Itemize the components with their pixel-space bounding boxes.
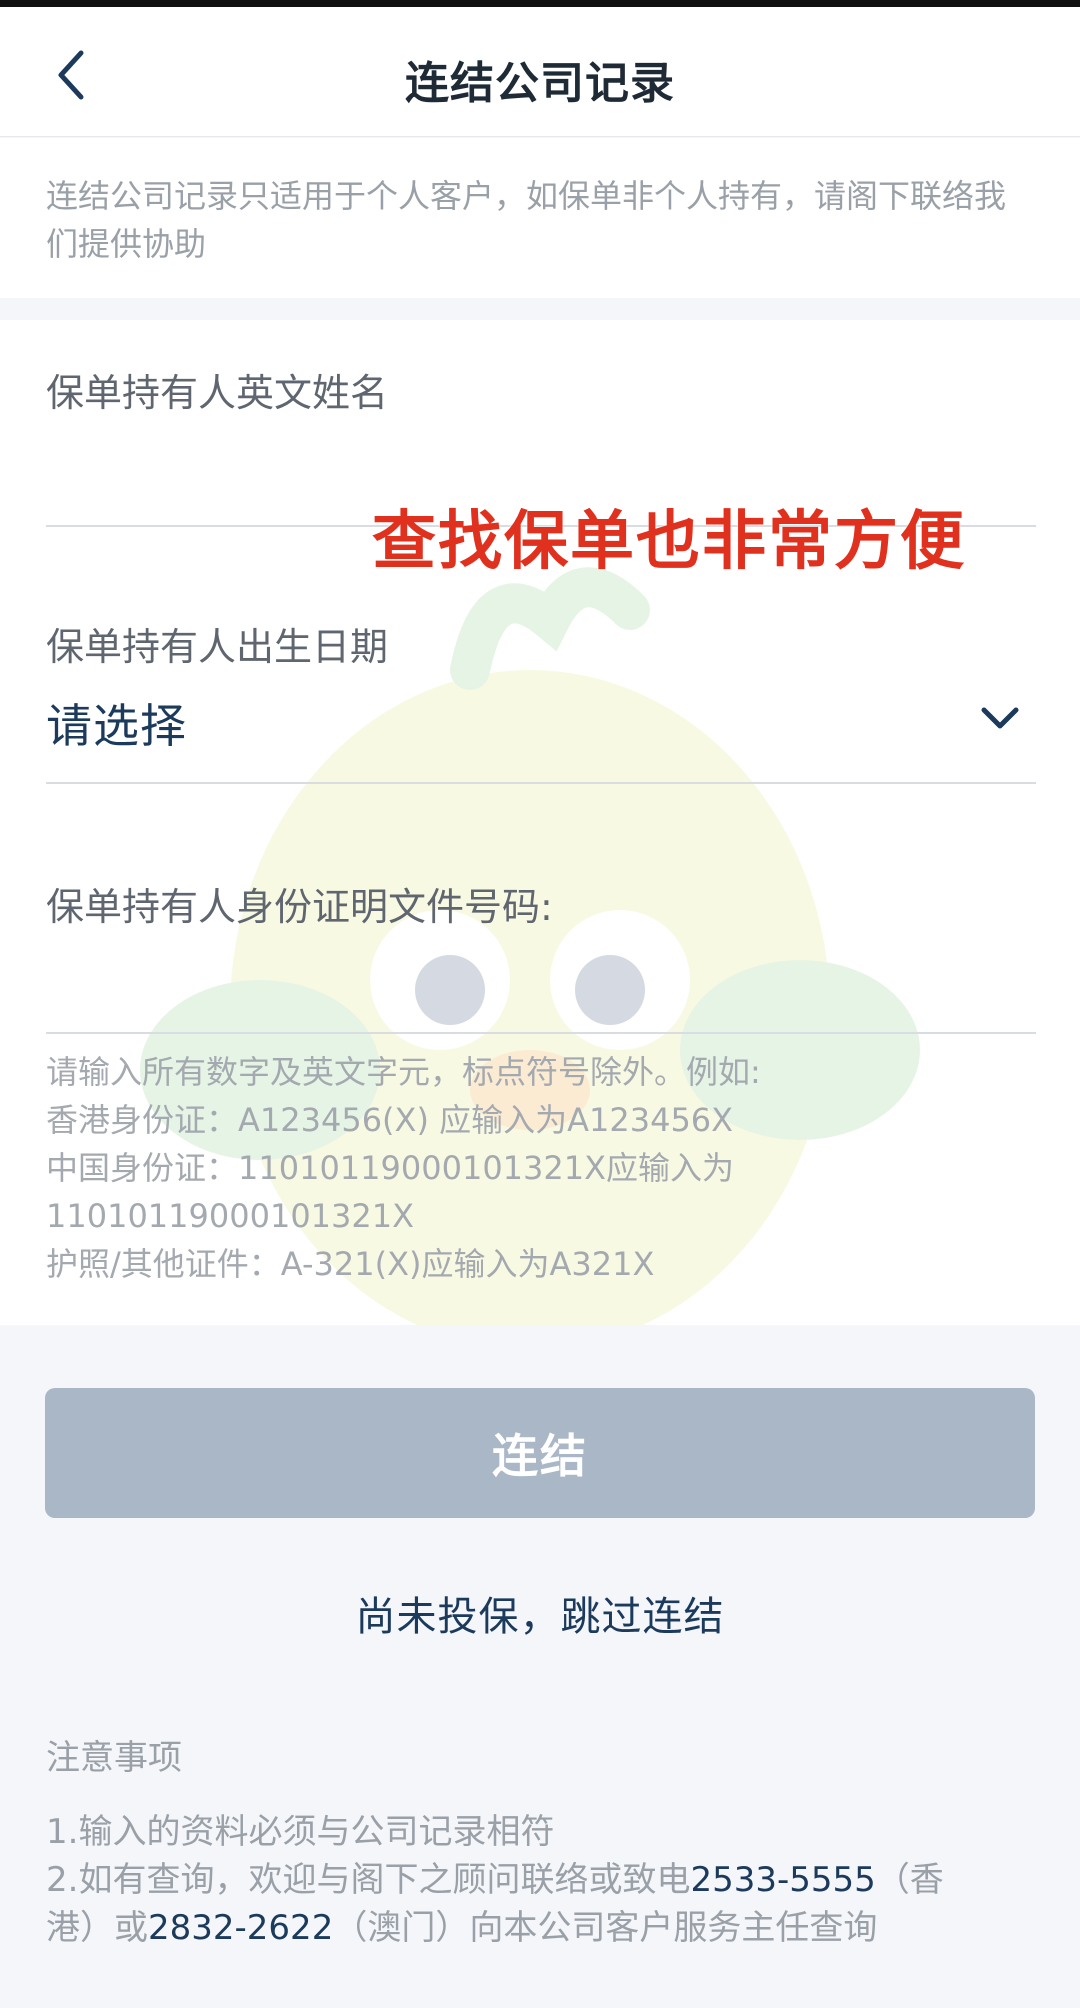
dob-label: 保单持有人出生日期 — [46, 625, 389, 669]
hint-line: 11010119000101321X — [46, 1197, 415, 1235]
id-underline — [46, 1032, 1036, 1034]
id-label: 保单持有人身份证明文件号码: — [46, 885, 553, 929]
chevron-down-icon[interactable] — [976, 698, 1024, 738]
hint-line: 中国身份证：11010119000101321X应输入为 — [46, 1149, 735, 1187]
hk-phone-link[interactable]: 2533-5555 — [690, 1860, 875, 1900]
notice-text: 连结公司记录只适用于个人客户，如保单非个人持有，请阁下联络我们提供协助 — [0, 138, 1080, 298]
hint-line: 护照/其他证件：A-321(X)应输入为A321X — [46, 1245, 655, 1283]
skip-link[interactable]: 尚未投保，跳过连结 — [0, 1584, 1080, 1642]
id-number-input[interactable] — [46, 950, 1036, 1020]
note-item-2-cont: 港）或2832-2622（澳门）向本公司客户服务主任查询 — [46, 1904, 1046, 1952]
dob-select[interactable]: 请选择 — [46, 690, 187, 756]
hint-line: 请输入所有数字及英文字元，标点符号除外。例如: — [46, 1053, 761, 1091]
dob-underline — [46, 782, 1036, 784]
page: 连结公司记录 连结公司记录只适用于个人客户，如保单非个人持有，请阁下联络我们提供… — [0, 0, 1080, 2008]
overlay-caption: 查找保单也非常方便 — [372, 505, 966, 579]
hint-line: 香港身份证：A123456(X) 应输入为A123456X — [46, 1101, 734, 1139]
note-text: 2.如有查询，欢迎与阁下之顾问联络或致电 — [46, 1860, 691, 1900]
connect-button[interactable]: 连结 — [45, 1388, 1035, 1518]
note-text: （香 — [875, 1860, 944, 1900]
status-bar-strip — [0, 0, 1080, 7]
note-text: 港）或 — [46, 1908, 148, 1948]
notes-list: 1.输入的资料必须与公司记录相符 2.如有查询，欢迎与阁下之顾问联络或致电253… — [46, 1808, 1046, 1952]
note-text: （澳门）向本公司客户服务主任查询 — [333, 1908, 878, 1948]
page-title: 连结公司记录 — [405, 58, 675, 109]
form-card: 保单持有人英文姓名 查找保单也非常方便 保单持有人出生日期 请选择 保单持有人身… — [0, 320, 1080, 1325]
note-item-1: 1.输入的资料必须与公司记录相符 — [46, 1812, 555, 1852]
name-label: 保单持有人英文姓名 — [46, 371, 389, 415]
header-bar: 连结公司记录 — [0, 7, 1080, 137]
notes-title: 注意事项 — [46, 1738, 182, 1778]
macau-phone-link[interactable]: 2832-2622 — [148, 1908, 333, 1948]
id-format-hint: 请输入所有数字及英文字元，标点符号除外。例如: 香港身份证：A123456(X)… — [46, 1048, 1036, 1288]
note-item-2: 2.如有查询，欢迎与阁下之顾问联络或致电2533-5555（香 — [46, 1856, 1046, 1904]
